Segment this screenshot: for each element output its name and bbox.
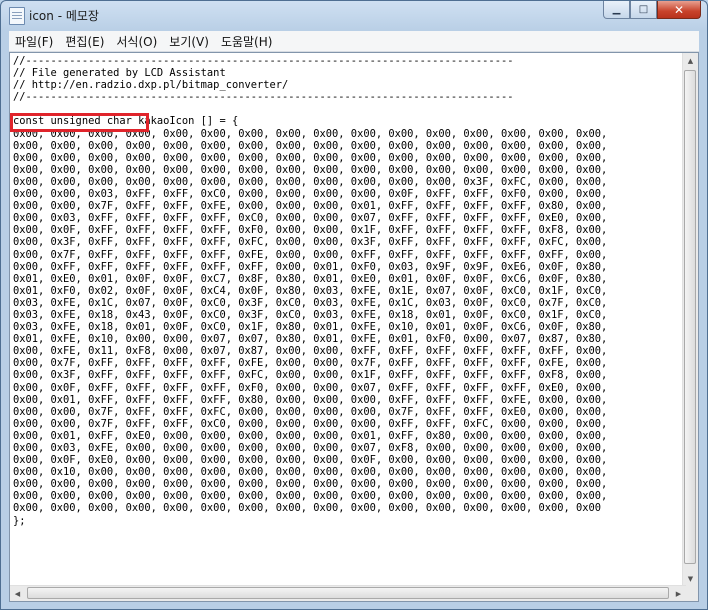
text-line: 0x00, 0x00, 0x00, 0x00, 0x00, 0x00, 0x00… bbox=[13, 151, 608, 164]
menu-bar: 파일(F) 편집(E) 서식(O) 보기(V) 도움말(H) bbox=[9, 31, 699, 52]
text-line: 0x03, 0xFE, 0x18, 0x01, 0x0F, 0xC0, 0x1F… bbox=[13, 321, 608, 334]
notepad-window: icon - 메모장 ▁ □ ✕ 파일(F) 편집(E) 서식(O) 보기(V)… bbox=[0, 0, 708, 610]
text-line: 0x00, 0x03, 0xFE, 0x00, 0x00, 0x00, 0x00… bbox=[13, 442, 608, 454]
text-line: // http://en.radzio.dxp.pl/bitmap_conver… bbox=[13, 79, 289, 92]
minimize-button[interactable]: ▁ bbox=[603, 1, 630, 19]
scrollbar-corner bbox=[683, 586, 698, 601]
text-line: 0x00, 0x00, 0x00, 0x00, 0x00, 0x00, 0x00… bbox=[13, 175, 608, 188]
text-line: 0x00, 0x03, 0xFF, 0xFF, 0xFF, 0xFF, 0xC0… bbox=[13, 212, 608, 225]
title-bar[interactable]: icon - 메모장 ▁ □ ✕ bbox=[1, 1, 707, 29]
text-line: 0x00, 0x01, 0xFF, 0xE0, 0x00, 0x00, 0x00… bbox=[13, 429, 608, 442]
text-line: 0x01, 0xF0, 0x02, 0x0F, 0x0F, 0xC4, 0x0F… bbox=[13, 284, 608, 297]
text-line: 0x00, 0x10, 0x00, 0x00, 0x00, 0x00, 0x00… bbox=[13, 466, 608, 479]
text-editor[interactable]: //--------------------------------------… bbox=[9, 52, 699, 602]
window-title: icon - 메모장 bbox=[29, 9, 99, 23]
text-line: // File generated by LCD Assistant bbox=[13, 67, 226, 80]
text-line: 0x00, 0x0F, 0xFF, 0xFF, 0xFF, 0xFF, 0xF0… bbox=[13, 381, 608, 394]
text-line: 0x00, 0x00, 0x03, 0xFF, 0xFF, 0xC0, 0x00… bbox=[13, 188, 608, 201]
close-button[interactable]: ✕ bbox=[657, 1, 701, 19]
scroll-up-arrow-icon[interactable]: ▲ bbox=[683, 53, 698, 68]
text-line: 0x00, 0x7F, 0xFF, 0xFF, 0xFF, 0xFF, 0xFE… bbox=[13, 357, 608, 370]
text-line: 0x00, 0x3F, 0xFF, 0xFF, 0xFF, 0xFF, 0xFC… bbox=[13, 236, 608, 249]
text-line: 0x00, 0x7F, 0xFF, 0xFF, 0xFF, 0xFF, 0xFE… bbox=[13, 248, 608, 261]
text-line: 0x00, 0xFF, 0xFF, 0xFF, 0xFF, 0xFF, 0xFF… bbox=[13, 260, 608, 273]
text-line: 0x03, 0xFE, 0x18, 0x43, 0x0F, 0xC0, 0x3F… bbox=[13, 308, 608, 321]
text-line: 0x00, 0x0F, 0xFF, 0xFF, 0xFF, 0xFF, 0xF0… bbox=[13, 224, 608, 237]
text-line: //--------------------------------------… bbox=[13, 91, 514, 104]
menu-file[interactable]: 파일(F) bbox=[9, 33, 59, 50]
scroll-left-arrow-icon[interactable]: ◀ bbox=[10, 586, 25, 601]
notepad-app-icon[interactable] bbox=[9, 7, 25, 25]
text-line: 0x00, 0x00, 0x00, 0x00, 0x00, 0x00, 0x00… bbox=[13, 139, 608, 152]
text-line: 0x00, 0x00, 0x7F, 0xFF, 0xFF, 0xC0, 0x00… bbox=[13, 417, 608, 430]
horizontal-scroll-thumb[interactable] bbox=[27, 587, 669, 599]
menu-format[interactable]: 서식(O) bbox=[110, 33, 163, 50]
horizontal-scrollbar[interactable]: ◀ ▶ bbox=[10, 585, 686, 601]
caption-buttons: ▁ □ ✕ bbox=[603, 1, 701, 20]
text-line: 0x00, 0x00, 0x00, 0x00, 0x00, 0x00, 0x00… bbox=[13, 478, 608, 491]
text-line: 0x00, 0x00, 0x00, 0x00, 0x00, 0x00, 0x00… bbox=[13, 163, 608, 176]
text-line: 0x00, 0xFE, 0x11, 0xF8, 0x00, 0x07, 0x87… bbox=[13, 345, 608, 358]
menu-help[interactable]: 도움말(H) bbox=[215, 33, 279, 50]
maximize-button[interactable]: □ bbox=[630, 1, 657, 19]
text-line: 0x03, 0xFE, 0x1C, 0x07, 0x0F, 0xC0, 0x3F… bbox=[13, 296, 608, 309]
text-line: 0x00, 0x3F, 0xFF, 0xFF, 0xFF, 0xFF, 0xFC… bbox=[13, 369, 608, 382]
text-line: 0x01, 0xFE, 0x10, 0x00, 0x00, 0x07, 0x07… bbox=[13, 333, 608, 346]
text-line: 0x00, 0x01, 0xFF, 0xFF, 0xFF, 0xFF, 0x80… bbox=[13, 393, 608, 406]
text-line: 0x00, 0x0F, 0xE0, 0x00, 0x00, 0x00, 0x00… bbox=[13, 454, 608, 467]
highlight-annotation bbox=[10, 113, 149, 132]
text-line: 0x01, 0xE0, 0x01, 0x0F, 0x0F, 0xC7, 0x8F… bbox=[13, 272, 608, 285]
menu-view[interactable]: 보기(V) bbox=[163, 33, 215, 50]
menu-edit[interactable]: 편집(E) bbox=[59, 33, 110, 50]
text-line: 0x00, 0x00, 0x7F, 0xFF, 0xFF, 0xFE, 0x00… bbox=[13, 200, 608, 213]
vertical-scrollbar[interactable]: ▲ ▼ bbox=[682, 53, 698, 586]
scroll-down-arrow-icon[interactable]: ▼ bbox=[683, 571, 698, 586]
text-line: //--------------------------------------… bbox=[13, 55, 514, 67]
text-area[interactable]: //--------------------------------------… bbox=[10, 53, 686, 586]
text-line: 0x00, 0x00, 0x7F, 0xFF, 0xFF, 0xFC, 0x00… bbox=[13, 405, 608, 418]
text-line: 0x00, 0x00, 0x00, 0x00, 0x00, 0x00, 0x00… bbox=[13, 490, 608, 503]
text-line: 0x00, 0x00, 0x00, 0x00, 0x00, 0x00, 0x00… bbox=[13, 502, 602, 515]
text-line: }; bbox=[13, 514, 26, 527]
vertical-scroll-thumb[interactable] bbox=[684, 70, 696, 564]
